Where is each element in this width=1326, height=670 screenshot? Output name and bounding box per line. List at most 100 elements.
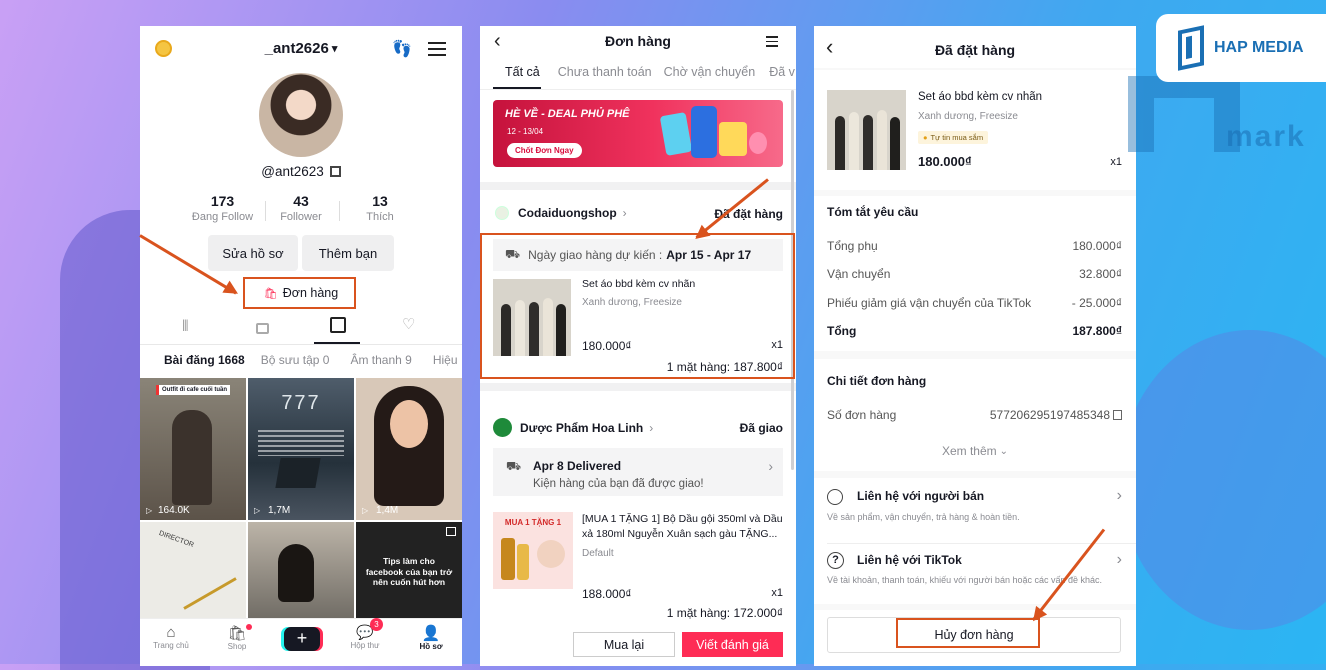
- chevron-right-icon: ›: [622, 206, 627, 220]
- create-button[interactable]: +: [284, 627, 320, 651]
- contact-tiktok-row[interactable]: ? Liên hệ với TikTok Về tài khoản, thanh…: [814, 545, 1136, 601]
- chevron-down-icon: ▾: [331, 43, 338, 55]
- shop-row[interactable]: Dược Phẩm Hoa Linh ›: [493, 418, 653, 437]
- see-more-button[interactable]: Xem thêm ⌄: [814, 444, 1136, 458]
- highlight-order-card: [480, 233, 795, 379]
- product-image[interactable]: [827, 90, 906, 170]
- tab-collection[interactable]: Bộ sưu tập 0: [261, 353, 330, 367]
- promo-banner[interactable]: HÈ VỀ - DEAL PHỦ PHÊ 12 - 13/04 Chốt Đơn…: [493, 100, 783, 167]
- product-image[interactable]: MUA 1 TẶNG 1: [493, 512, 573, 589]
- tab-to-ship[interactable]: Chờ vận chuyển: [664, 65, 756, 79]
- username-switcher[interactable]: _ant2626 ▾: [140, 40, 462, 57]
- profile-panel: _ant2626 ▾ 👣 @ant2623 173 Đang Follow 43…: [140, 26, 462, 666]
- buy-again-button[interactable]: Mua lại: [573, 632, 675, 657]
- product-qty: x1: [771, 587, 783, 599]
- order-status: Đã giao: [739, 421, 783, 435]
- liked-heart-icon[interactable]: ♡: [402, 315, 415, 333]
- help-icon: ?: [827, 552, 844, 569]
- stat-follower[interactable]: 43 Follower: [270, 193, 332, 223]
- tab-posts[interactable]: Bài đăng 1668: [164, 353, 245, 367]
- product-qty: x1: [1110, 156, 1122, 168]
- page-title: Đơn hàng: [605, 33, 671, 49]
- brand-logo: HAP MEDIA: [1156, 14, 1326, 82]
- play-icon: ▷: [362, 506, 369, 515]
- highlight-orders-button: [243, 277, 356, 309]
- edit-profile-button[interactable]: Sửa hồ sơ: [208, 235, 298, 271]
- trust-badge: ● Tự tin mua sắm: [918, 131, 989, 144]
- chevron-down-icon: ⌄: [999, 445, 1009, 457]
- banner-cta[interactable]: Chốt Đơn Ngay: [507, 143, 582, 158]
- profile-icon: 👤: [421, 625, 441, 642]
- shop-logo-icon: [493, 418, 512, 437]
- hap-logo-icon: [1178, 25, 1204, 71]
- delivery-info[interactable]: ⛟ Apr 8 Delivered Kiện hàng của bạn đã đ…: [493, 448, 783, 496]
- summary-title: Tóm tắt yêu cầu: [827, 205, 919, 219]
- footprint-icon[interactable]: 👣: [392, 39, 412, 59]
- shield-icon: ●: [923, 133, 928, 142]
- truck-icon: ⛟: [506, 459, 522, 473]
- order-tab-icon[interactable]: [330, 317, 346, 333]
- product-variant: Default: [582, 548, 614, 559]
- product-name[interactable]: [MUA 1 TẶNG 1] Bộ Dầu gội 350ml và Dầu x…: [582, 512, 786, 541]
- chevron-right-icon: ›: [1116, 487, 1122, 504]
- video-thumb[interactable]: 1,4M ▷: [356, 378, 462, 520]
- video-thumb[interactable]: DIRECTOR: [140, 522, 246, 622]
- qr-code-icon[interactable]: [329, 166, 341, 177]
- chevron-right-icon: ›: [1116, 551, 1122, 568]
- product-name[interactable]: Set áo bbd kèm cv nhãn: [918, 91, 1042, 103]
- video-thumb[interactable]: 777 1,7M ▷: [248, 378, 354, 520]
- menu-icon[interactable]: [428, 40, 446, 56]
- order-detail-title: Chi tiết đơn hàng: [827, 374, 927, 388]
- add-friend-button[interactable]: Thêm bạn: [302, 235, 394, 271]
- shop-icon: 🛍: [227, 625, 247, 642]
- order-total: 187.800₫: [1072, 324, 1122, 338]
- nav-profile[interactable]: 👤 Hồ sơ: [408, 624, 454, 651]
- chevron-right-icon: ›: [649, 420, 654, 435]
- video-thumb[interactable]: Tips làm cho facebook của bạn trở nên cu…: [356, 522, 462, 622]
- shop-logo-icon: [495, 206, 509, 220]
- contact-seller-row[interactable]: Liên hệ với người bán Về sản phẩm, vận c…: [814, 481, 1136, 537]
- play-icon: ▷: [146, 506, 153, 515]
- content-tabs: Bài đăng 1668 Bộ sưu tập 0 Âm thanh 9 Hi…: [164, 353, 458, 367]
- order-tabs: Tất cả Chưa thanh toán Chờ vận chuyển Đã…: [505, 65, 795, 79]
- order-detail-panel: ‹ Đã đặt hàng Set áo bbd kèm cv nhãn Xan…: [814, 26, 1136, 666]
- image-post-icon: [446, 527, 456, 536]
- tab-shipped[interactable]: Đã v: [769, 65, 795, 79]
- brand-name: HAP MEDIA: [1214, 39, 1304, 56]
- videos-tab-icon[interactable]: ⦀: [182, 318, 189, 335]
- video-thumb[interactable]: [248, 522, 354, 622]
- video-thumb[interactable]: Outfit đi cafe cuối tuần 164.0K ▷: [140, 378, 246, 520]
- username: _ant2626: [264, 40, 329, 57]
- product-price: 180.000₫: [918, 154, 972, 169]
- tab-unpaid[interactable]: Chưa thanh toán: [558, 65, 652, 79]
- tab-sounds[interactable]: Âm thanh 9: [350, 353, 411, 367]
- plus-icon: +: [296, 628, 308, 648]
- product-variant: Xanh dương, Freesize: [918, 111, 1018, 122]
- bottom-nav: ⌂ Trang chủ 🛍 Shop + 💬 Hộp thư 3 👤 Hồ sơ: [140, 618, 462, 666]
- nav-inbox[interactable]: 💬 Hộp thư 3: [342, 618, 388, 650]
- copy-icon[interactable]: [1113, 410, 1122, 420]
- inbox-badge: 3: [370, 618, 383, 631]
- order-total: 1 mặt hàng: 172.000₫: [666, 606, 783, 620]
- tab-effects[interactable]: Hiệu: [433, 353, 458, 367]
- stat-following[interactable]: 173 Đang Follow: [185, 193, 260, 223]
- home-icon: ⌂: [166, 624, 176, 641]
- chevron-right-icon: ›: [768, 458, 773, 474]
- write-review-button[interactable]: Viết đánh giá: [682, 632, 783, 657]
- avatar[interactable]: [259, 73, 343, 157]
- shop-row[interactable]: Codaiduongshop ›: [495, 206, 627, 220]
- menu-icon[interactable]: [766, 36, 778, 47]
- tab-all[interactable]: Tất cả: [505, 65, 540, 79]
- notification-dot: [246, 624, 252, 630]
- lock-icon[interactable]: [256, 323, 269, 334]
- nav-home[interactable]: ⌂ Trang chủ: [148, 624, 194, 650]
- play-icon: ▷: [254, 506, 261, 515]
- highlight-cancel-button: [896, 618, 1040, 648]
- order-number[interactable]: 577206295197485348: [990, 408, 1122, 422]
- handle: @ant2623: [261, 164, 324, 179]
- product-price: 188.000₫: [582, 587, 632, 601]
- chat-icon: [827, 489, 843, 505]
- stat-likes[interactable]: 13 Thích: [345, 193, 415, 223]
- nav-shop[interactable]: 🛍 Shop: [214, 624, 260, 651]
- brand-watermark-text: mark: [1226, 120, 1306, 153]
